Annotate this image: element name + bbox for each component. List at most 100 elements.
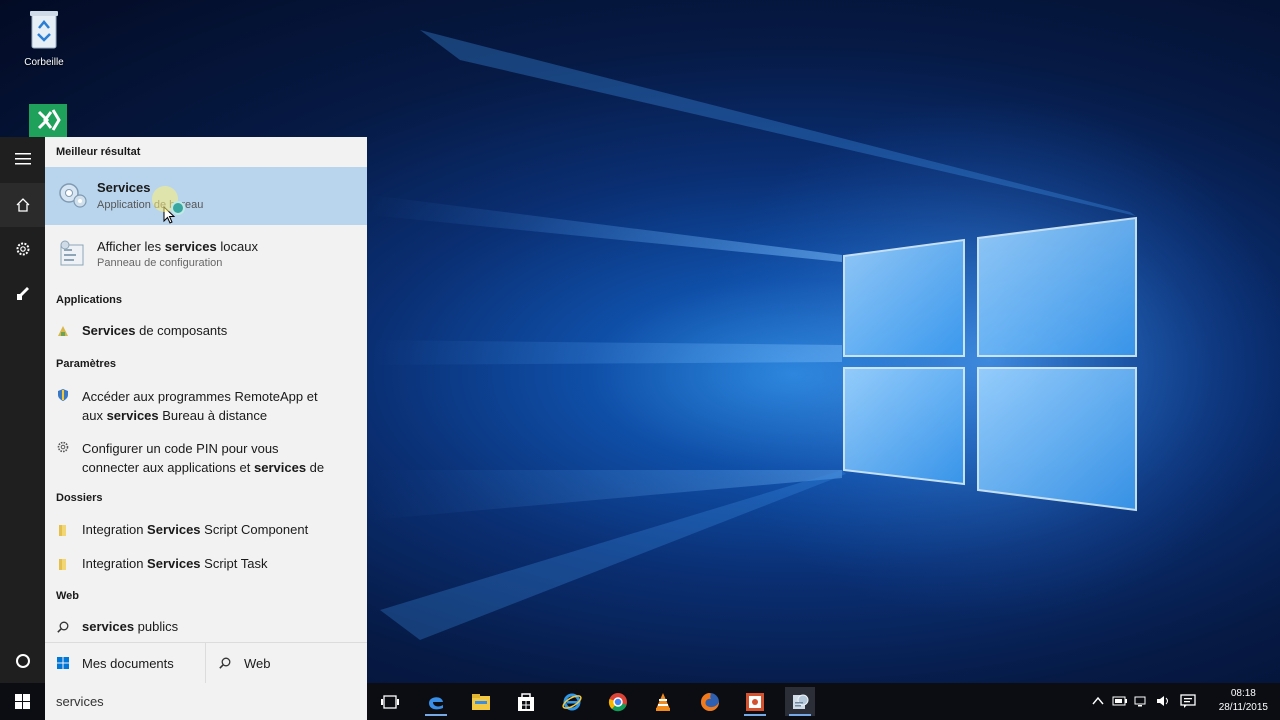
section-best-result: Meilleur résultat bbox=[56, 146, 141, 158]
folder1-post: Script Component bbox=[200, 522, 309, 537]
section-settings: Paramètres bbox=[56, 358, 116, 370]
web-item-bold: services bbox=[82, 619, 135, 634]
component-services-bold: Services bbox=[82, 323, 136, 338]
hamburger-menu-button[interactable] bbox=[0, 137, 45, 181]
settings-button[interactable] bbox=[0, 227, 45, 271]
services-gears-icon bbox=[59, 183, 87, 208]
internet-explorer-icon bbox=[562, 693, 582, 710]
search-icon bbox=[219, 657, 231, 669]
chevron-up-icon[interactable] bbox=[1092, 696, 1104, 706]
services-app-icon bbox=[793, 694, 809, 709]
windows-start-icon bbox=[15, 694, 30, 709]
file-explorer-icon bbox=[472, 693, 490, 710]
wallpaper-windows-logo bbox=[843, 216, 1137, 512]
firefox-icon bbox=[701, 692, 719, 711]
chrome-icon bbox=[608, 692, 627, 711]
store-app[interactable] bbox=[511, 687, 541, 716]
cortana-button[interactable] bbox=[0, 639, 45, 683]
clock-date: 28/11/2015 bbox=[1218, 702, 1268, 713]
folder2-post: Script Task bbox=[200, 556, 268, 571]
chrome-app[interactable] bbox=[603, 687, 633, 716]
search-results-panel: Meilleur résultat Services Application d… bbox=[45, 137, 367, 684]
powerpoint-app[interactable] bbox=[740, 687, 770, 716]
feedback-button[interactable] bbox=[0, 271, 45, 315]
task-view-button[interactable] bbox=[375, 687, 405, 716]
file-explorer-app[interactable] bbox=[466, 687, 496, 716]
powerpoint-icon bbox=[746, 692, 764, 711]
folder2-pre: Integration bbox=[82, 556, 148, 571]
search-scope-bar: Mes documents Web bbox=[45, 642, 367, 684]
battery-icon[interactable] bbox=[1112, 695, 1128, 707]
result-web-services-publics[interactable]: services publics bbox=[45, 619, 367, 639]
visual-studio-desktop-icon[interactable] bbox=[14, 102, 75, 141]
services-running-indicator bbox=[789, 714, 811, 716]
result-pin-code[interactable]: Configurer un code PIN pour vous connect… bbox=[45, 439, 367, 479]
taskbar-clock[interactable]: 08:18 28/11/2015 bbox=[1219, 687, 1268, 715]
recycle-bin-icon bbox=[30, 11, 58, 49]
action-center-icon[interactable] bbox=[1180, 694, 1196, 708]
network-icon[interactable] bbox=[1134, 695, 1148, 707]
search-query-text: services bbox=[56, 694, 104, 709]
best-result-services[interactable]: Services Application de bureau bbox=[45, 167, 367, 225]
local-services-bold: services bbox=[164, 239, 217, 254]
pin-line2-post: de bbox=[306, 460, 325, 475]
recycle-bin-label: Corbeille bbox=[24, 57, 64, 68]
component-services-rest: de composants bbox=[135, 323, 228, 338]
section-web: Web bbox=[56, 590, 80, 602]
home-icon bbox=[16, 198, 29, 212]
result-folder-script-component[interactable]: Integration Services Script Component bbox=[45, 522, 367, 542]
edge-running-indicator bbox=[425, 714, 447, 716]
vlc-app[interactable] bbox=[648, 687, 678, 716]
firefox-app[interactable] bbox=[695, 687, 725, 716]
volume-icon[interactable] bbox=[1156, 695, 1170, 707]
pin-line2-pre: connecter aux applications et bbox=[82, 460, 254, 475]
search-icon bbox=[57, 621, 69, 633]
edge-app[interactable] bbox=[421, 687, 451, 716]
recycle-bin-desktop-icon[interactable]: Corbeille bbox=[14, 8, 74, 68]
internet-explorer-app[interactable] bbox=[557, 687, 587, 716]
visual-studio-icon bbox=[29, 104, 75, 140]
folder-icon bbox=[59, 559, 66, 570]
taskbar: services 08:18 28/11/2015 bbox=[0, 683, 1280, 720]
web-item-rest: publics bbox=[134, 619, 179, 634]
web-scope-button[interactable]: Web bbox=[206, 643, 367, 684]
control-panel-icon bbox=[60, 240, 84, 266]
result-remoteapp[interactable]: Accéder aux programmes RemoteApp et aux … bbox=[45, 387, 367, 427]
settings-gear-icon bbox=[16, 242, 29, 256]
my-documents-label: Mes documents bbox=[82, 656, 174, 671]
web-scope-label: Web bbox=[244, 656, 271, 671]
result-component-services[interactable]: Services de composants bbox=[45, 323, 367, 343]
services-app[interactable] bbox=[785, 687, 815, 716]
start-rail bbox=[0, 137, 45, 683]
result-folder-script-task[interactable]: Integration Services Script Task bbox=[45, 556, 367, 576]
search-input[interactable]: services bbox=[45, 683, 367, 720]
shield-settings-icon bbox=[58, 389, 68, 401]
remoteapp-line2-bold: services bbox=[106, 408, 159, 423]
pin-line2-bold: services bbox=[254, 460, 307, 475]
best-result-subtitle: Application de bureau bbox=[97, 199, 204, 211]
local-services-post: locaux bbox=[216, 239, 258, 254]
powerpoint-running-indicator bbox=[744, 714, 766, 716]
component-services-icon bbox=[58, 326, 68, 336]
pin-line1: Configurer un code PIN pour vous bbox=[82, 441, 279, 456]
folder1-pre: Integration bbox=[82, 522, 148, 537]
gear-settings-icon bbox=[57, 441, 69, 453]
windows-logo-icon bbox=[57, 657, 69, 669]
my-documents-button[interactable]: Mes documents bbox=[45, 643, 205, 684]
local-services-pre: Afficher les bbox=[97, 239, 165, 254]
vlc-icon bbox=[656, 692, 670, 711]
hamburger-menu-icon bbox=[14, 153, 31, 165]
remoteapp-line1: Accéder aux programmes RemoteApp et bbox=[82, 389, 318, 404]
remoteapp-line2-pre: aux bbox=[82, 408, 107, 423]
result-local-services[interactable]: Afficher les services locaux Panneau de … bbox=[45, 233, 367, 279]
local-services-subtitle: Panneau de configuration bbox=[97, 257, 223, 269]
best-result-title: Services bbox=[97, 180, 151, 195]
busy-indicator-icon bbox=[171, 201, 185, 215]
section-applications: Applications bbox=[56, 294, 123, 306]
home-button[interactable] bbox=[0, 183, 45, 227]
folder1-bold: Services bbox=[147, 522, 201, 537]
clock-time: 08:18 bbox=[1230, 688, 1256, 699]
start-button[interactable] bbox=[0, 683, 45, 720]
cortana-circle-icon bbox=[15, 654, 30, 668]
feedback-icon bbox=[16, 287, 29, 300]
